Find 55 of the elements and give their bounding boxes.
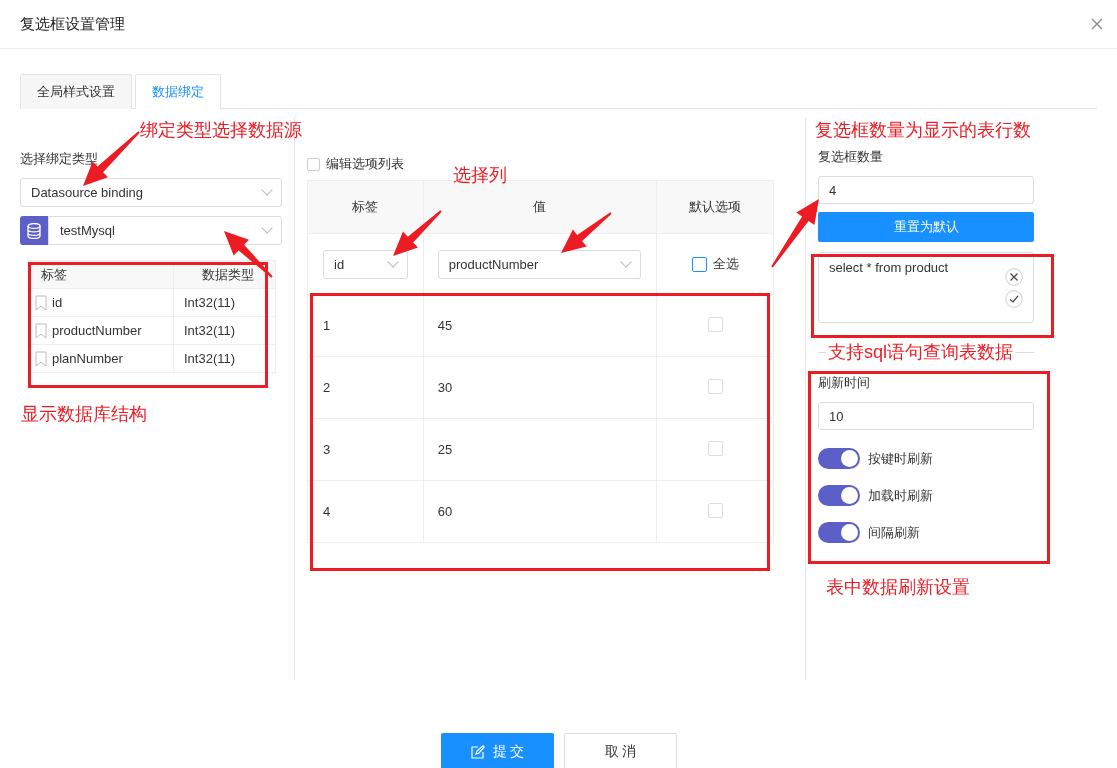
database-icon xyxy=(20,216,48,245)
table-cell: 2 xyxy=(307,356,424,419)
toggle-label: 加载时刷新 xyxy=(868,486,933,505)
table-cell: 60 xyxy=(423,480,657,543)
annotation-text: 支持sql语句查询表数据 xyxy=(826,340,1015,364)
check-icon[interactable] xyxy=(1005,290,1023,308)
table-cell: 25 xyxy=(423,418,657,481)
table-cell: 4 xyxy=(307,480,424,543)
table-cell: Int32(11) xyxy=(173,288,276,317)
count-input[interactable]: 4 xyxy=(818,176,1034,204)
checkbox[interactable] xyxy=(307,157,320,171)
checkbox[interactable] xyxy=(707,316,723,332)
annotation-arrow xyxy=(561,212,612,253)
annotation-arrow xyxy=(771,199,819,268)
annotation-text: 显示数据库结构 xyxy=(21,403,147,426)
checkbox[interactable] xyxy=(707,440,723,456)
field-label: 选择绑定类型 xyxy=(20,150,99,168)
refresh-time-input[interactable]: 10 xyxy=(818,402,1034,430)
table-cell: Int32(11) xyxy=(173,316,276,345)
cancel-button[interactable]: 取 消 xyxy=(564,733,677,768)
field-label: 刷新时间 xyxy=(818,374,871,392)
annotation-arrow xyxy=(393,210,442,256)
bookmark-icon xyxy=(35,322,47,339)
tab[interactable]: 全局样式设置 xyxy=(20,74,132,109)
table-cell: Int32(11) xyxy=(173,344,276,373)
value-column-select[interactable]: productNumber xyxy=(437,249,641,279)
bookmark-icon xyxy=(35,294,47,311)
toggle-switch[interactable] xyxy=(818,485,860,506)
dialog-title: 复选框设置管理 xyxy=(20,14,125,34)
checkbox-label: 全选 xyxy=(712,255,739,273)
toggle-switch[interactable] xyxy=(818,522,860,543)
field-label: 复选框数量 xyxy=(818,148,884,166)
select-all-checkbox[interactable] xyxy=(691,256,707,272)
table-cell: planNumber xyxy=(28,344,174,373)
table-cell: 1 xyxy=(307,294,424,357)
checkbox[interactable] xyxy=(707,378,723,394)
table-cell: 3 xyxy=(307,418,424,481)
column-header: 标签 xyxy=(307,180,424,234)
toggle-label: 按键时刷新 xyxy=(868,449,933,468)
sql-textarea[interactable]: select * from product xyxy=(818,252,1034,323)
toggle-switch[interactable] xyxy=(818,448,860,469)
table-cell: 45 xyxy=(423,294,657,357)
table-cell: id xyxy=(28,288,174,317)
table-cell: 30 xyxy=(423,356,657,419)
annotation-text: 复选框数量为显示的表行数 xyxy=(815,119,1031,142)
annotation-text: 绑定类型选择数据源 xyxy=(140,119,302,142)
annotation-text: 表中数据刷新设置 xyxy=(826,576,970,599)
checkbox-label: 编辑选项列表 xyxy=(326,155,404,173)
close-icon[interactable] xyxy=(1005,268,1023,286)
toggle-label: 间隔刷新 xyxy=(868,523,920,542)
table-cell: productNumber xyxy=(28,316,174,345)
bookmark-icon xyxy=(35,350,47,367)
edit-icon xyxy=(470,745,485,759)
column-header: 默认选项 xyxy=(656,180,774,234)
checkbox[interactable] xyxy=(707,502,723,518)
